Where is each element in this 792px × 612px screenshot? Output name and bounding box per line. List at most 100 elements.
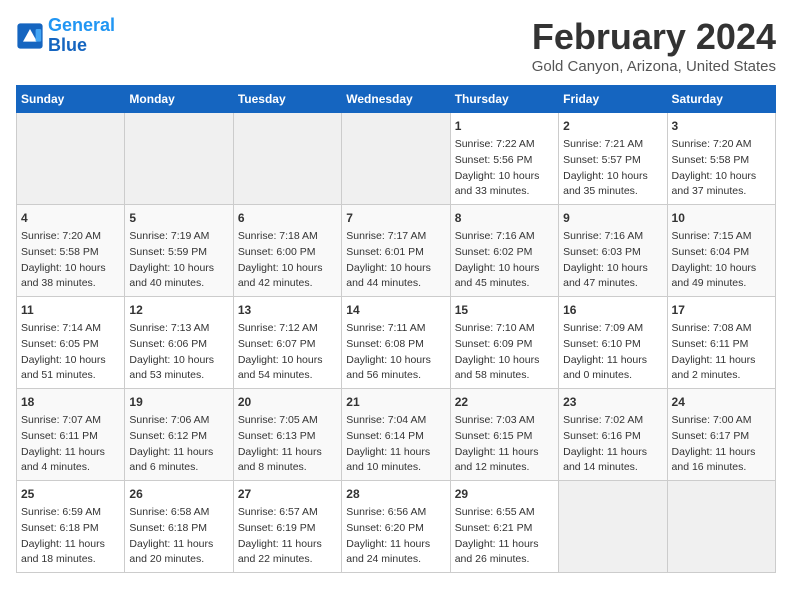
cell-content: and 24 minutes. [346,552,445,568]
cell-content: Daylight: 10 hours [455,353,554,369]
day-number: 6 [238,209,337,227]
cell-content: Sunset: 6:04 PM [672,245,771,261]
day-number: 29 [455,485,554,503]
cell-content: Sunrise: 7:14 AM [21,321,120,337]
cell-content: Sunset: 6:21 PM [455,521,554,537]
day-number: 15 [455,301,554,319]
calendar-cell: 10Sunrise: 7:15 AMSunset: 6:04 PMDayligh… [667,205,775,297]
cell-content: and 44 minutes. [346,276,445,292]
day-number: 9 [563,209,662,227]
day-number: 23 [563,393,662,411]
cell-content: and 49 minutes. [672,276,771,292]
calendar-cell: 19Sunrise: 7:06 AMSunset: 6:12 PMDayligh… [125,389,233,481]
calendar-cell: 25Sunrise: 6:59 AMSunset: 6:18 PMDayligh… [17,481,125,573]
cell-content: Sunrise: 7:04 AM [346,413,445,429]
cell-content: Sunrise: 7:22 AM [455,137,554,153]
cell-content: Sunrise: 7:08 AM [672,321,771,337]
cell-content: Sunset: 6:19 PM [238,521,337,537]
day-number: 27 [238,485,337,503]
cell-content: Sunrise: 6:57 AM [238,505,337,521]
cell-content: Daylight: 11 hours [346,537,445,553]
day-number: 4 [21,209,120,227]
cell-content: Sunset: 6:00 PM [238,245,337,261]
cell-content: Sunrise: 7:21 AM [563,137,662,153]
cell-content: Daylight: 11 hours [238,445,337,461]
logo-text-line2: Blue [48,36,115,56]
cell-content: Sunrise: 6:56 AM [346,505,445,521]
logo-icon [16,22,44,50]
calendar-cell: 8Sunrise: 7:16 AMSunset: 6:02 PMDaylight… [450,205,558,297]
week-row-4: 25Sunrise: 6:59 AMSunset: 6:18 PMDayligh… [17,481,776,573]
calendar-cell: 18Sunrise: 7:07 AMSunset: 6:11 PMDayligh… [17,389,125,481]
day-number: 20 [238,393,337,411]
cell-content: Sunrise: 7:13 AM [129,321,228,337]
cell-content: Daylight: 10 hours [21,353,120,369]
calendar-cell [17,113,125,205]
calendar-cell: 4Sunrise: 7:20 AMSunset: 5:58 PMDaylight… [17,205,125,297]
day-number: 17 [672,301,771,319]
cell-content: Sunrise: 6:59 AM [21,505,120,521]
day-number: 26 [129,485,228,503]
cell-content: Daylight: 11 hours [672,445,771,461]
calendar-cell: 11 Sunrise: 7:14 AMSunset: 6:05 PMDayligh… [17,297,125,389]
cell-content: Sunset: 6:02 PM [455,245,554,261]
calendar-cell: 23Sunrise: 7:02 AMSunset: 6:16 PMDayligh… [559,389,667,481]
cell-content: and 2 minutes. [672,368,771,384]
day-number: 13 [238,301,337,319]
cell-content: Daylight: 11 hours [346,445,445,461]
cell-content: and 42 minutes. [238,276,337,292]
cell-content: Sunset: 6:12 PM [129,429,228,445]
cell-content: Sunset: 6:08 PM [346,337,445,353]
cell-content: Daylight: 10 hours [672,169,771,185]
day-number: 1 [455,117,554,135]
cell-content: Sunset: 6:10 PM [563,337,662,353]
day-number: 7 [346,209,445,227]
day-number: 11 [21,301,120,319]
cell-content: and 12 minutes. [455,460,554,476]
day-header-monday: Monday [125,86,233,113]
cell-content: and 47 minutes. [563,276,662,292]
calendar-cell: 5Sunrise: 7:19 AMSunset: 5:59 PMDaylight… [125,205,233,297]
cell-content: and 10 minutes. [346,460,445,476]
day-number: 28 [346,485,445,503]
day-header-saturday: Saturday [667,86,775,113]
calendar-cell: 16Sunrise: 7:09 AMSunset: 6:10 PMDayligh… [559,297,667,389]
cell-content: Daylight: 10 hours [346,353,445,369]
cell-content: Sunset: 6:05 PM [21,337,120,353]
calendar-cell: 14Sunrise: 7:11 AMSunset: 6:08 PMDayligh… [342,297,450,389]
cell-content: Daylight: 11 hours [563,445,662,461]
day-header-wednesday: Wednesday [342,86,450,113]
cell-content: Daylight: 10 hours [346,261,445,277]
cell-content: Sunset: 5:58 PM [21,245,120,261]
calendar-cell: 21Sunrise: 7:04 AMSunset: 6:14 PMDayligh… [342,389,450,481]
day-number: 24 [672,393,771,411]
calendar-cell: 27Sunrise: 6:57 AMSunset: 6:19 PMDayligh… [233,481,341,573]
cell-content: Daylight: 10 hours [455,169,554,185]
cell-content: and 53 minutes. [129,368,228,384]
cell-content: and 51 minutes. [21,368,120,384]
cell-content: Daylight: 10 hours [563,261,662,277]
cell-content: and 35 minutes. [563,184,662,200]
calendar-cell: 17Sunrise: 7:08 AMSunset: 6:11 PMDayligh… [667,297,775,389]
calendar-cell: 1 Sunrise: 7:22 AMSunset: 5:56 PMDaylight… [450,113,558,205]
cell-content: Sunset: 6:03 PM [563,245,662,261]
cell-content: Daylight: 11 hours [21,537,120,553]
cell-content: Daylight: 11 hours [21,445,120,461]
cell-content: Daylight: 10 hours [238,261,337,277]
calendar-cell [125,113,233,205]
cell-content: Sunrise: 7:18 AM [238,229,337,245]
cell-content: Sunrise: 7:16 AM [455,229,554,245]
cell-content: Sunset: 6:15 PM [455,429,554,445]
week-row-1: 4Sunrise: 7:20 AMSunset: 5:58 PMDaylight… [17,205,776,297]
cell-content: Sunset: 5:56 PM [455,153,554,169]
cell-content: and 45 minutes. [455,276,554,292]
cell-content: Sunset: 6:14 PM [346,429,445,445]
calendar-cell: 29Sunrise: 6:55 AMSunset: 6:21 PMDayligh… [450,481,558,573]
week-row-2: 11Sunrise: 7:14 AMSunset: 6:05 PMDayligh… [17,297,776,389]
cell-content: Daylight: 11 hours [563,353,662,369]
cell-content: Sunrise: 7:17 AM [346,229,445,245]
title-area: February 2024 Gold Canyon, Arizona, Unit… [532,16,776,75]
cell-content: Sunrise: 7:05 AM [238,413,337,429]
cell-content: and 38 minutes. [21,276,120,292]
cell-content: Sunset: 6:18 PM [21,521,120,537]
